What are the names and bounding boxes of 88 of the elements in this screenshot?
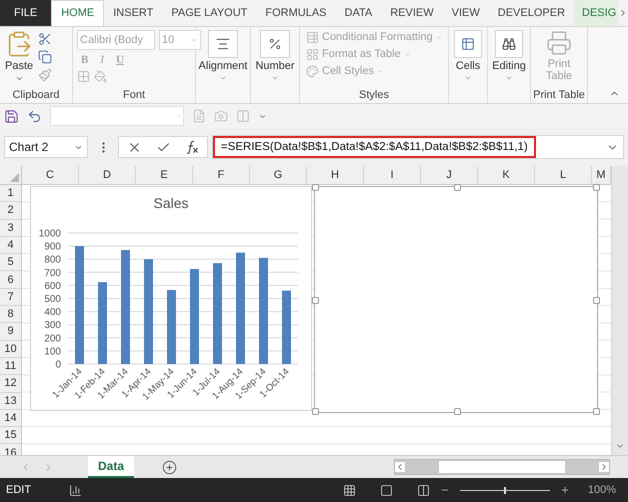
group-label: Clipboard	[11, 89, 61, 104]
axis-label: 800	[44, 254, 61, 266]
table-icon	[461, 36, 475, 51]
ribbon-tab[interactable]: REVIEW	[381, 0, 443, 26]
row-header[interactable]: 13	[0, 392, 22, 410]
row-header[interactable]: 9	[0, 323, 22, 341]
axis-label: 100	[44, 346, 61, 358]
percent-icon	[268, 36, 282, 51]
printer-icon	[546, 30, 572, 56]
number-button[interactable]: Number	[254, 30, 296, 82]
row-header[interactable]: 7	[0, 288, 22, 306]
formula-bar[interactable]: =SERIES(Data!$B$1,Data!$A$2:$A$11,Data!$B$2:$B$11,1)	[212, 135, 624, 160]
vertical-scrollbar[interactable]	[611, 166, 628, 456]
scroll-left-icon[interactable]	[395, 462, 405, 472]
zoom-in-icon[interactable]	[560, 485, 570, 496]
table-icon	[306, 30, 319, 44]
paste-button[interactable]: Paste	[4, 30, 34, 83]
normal-view-icon[interactable]	[342, 484, 356, 497]
ribbon-tab[interactable]: PAGE LAYOUT	[162, 0, 256, 26]
group-label: Print Table	[532, 89, 586, 104]
save-icon[interactable]	[4, 108, 19, 124]
axis-label: 900	[44, 242, 61, 253]
horizontal-scrollbar[interactable]	[394, 459, 610, 476]
editing-button[interactable]: Editing	[491, 30, 527, 82]
function-icon[interactable]	[185, 140, 199, 154]
column-header[interactable]: E	[136, 166, 193, 184]
column-header[interactable]: D	[79, 166, 136, 184]
row-header[interactable]: 11	[0, 358, 22, 376]
page-layout-icon[interactable]	[380, 484, 393, 497]
column-header[interactable]: L	[535, 166, 592, 184]
row-header[interactable]: 15	[0, 427, 22, 444]
binoculars-icon	[502, 36, 516, 51]
row-header[interactable]: 5	[0, 254, 22, 272]
palette-icon	[306, 64, 319, 78]
axis-label: 400	[44, 307, 61, 318]
row-header[interactable]: 12	[0, 375, 22, 393]
axis-label: 1000	[38, 228, 61, 240]
add-sheet-icon[interactable]	[162, 460, 177, 475]
column-header[interactable]: J	[421, 166, 478, 184]
row-header[interactable]: 2	[0, 202, 22, 220]
ribbon-tab[interactable]: FORMULAS	[256, 0, 336, 26]
axis-label: 300	[44, 320, 61, 332]
ribbon-tab[interactable]: VIEW	[442, 0, 489, 26]
zoom-thumb[interactable]	[504, 486, 506, 494]
undo-icon[interactable]	[27, 108, 42, 124]
ribbon-tab[interactable]: DESIG	[574, 0, 618, 26]
row-header[interactable]: 3	[0, 220, 22, 237]
axis-label: 200	[44, 333, 61, 344]
row-header[interactable]: 14	[0, 410, 22, 428]
group-label: Font	[122, 89, 146, 104]
column-header[interactable]: G	[250, 166, 307, 184]
row-header[interactable]: 4	[0, 236, 22, 254]
caret-icon	[404, 50, 411, 58]
caret-icon	[376, 68, 384, 75]
copy-icon[interactable]	[38, 50, 52, 64]
row-header[interactable]: 1	[0, 184, 22, 202]
zoom-level[interactable]: 100%	[588, 484, 616, 496]
axis-label: 500	[44, 294, 61, 305]
macro-record-icon[interactable]	[69, 484, 82, 497]
ribbon-tab[interactable]: HOME	[51, 0, 104, 26]
axis-label: 0	[55, 359, 61, 370]
drag-handle-icon[interactable]	[102, 142, 104, 153]
page-break-icon[interactable]	[416, 484, 430, 497]
row-header[interactable]: 8	[0, 306, 22, 324]
column-header[interactable]: K	[478, 166, 535, 184]
group-label: Styles	[358, 89, 390, 104]
column-header[interactable]: I	[364, 166, 421, 184]
axis-label: 600	[44, 280, 61, 292]
row-header[interactable]: 6	[0, 271, 22, 289]
column-header[interactable]: H	[307, 166, 364, 184]
chart-title: Sales	[153, 194, 189, 211]
scroll-right-icon[interactable]	[599, 462, 609, 472]
status-mode: EDIT	[6, 484, 32, 496]
grid-icon	[306, 48, 319, 61]
row-header[interactable]: 10	[0, 340, 22, 358]
caret-icon	[436, 34, 443, 41]
formula-text: =SERIES(Data!$B$1,Data!$A$2:$A$11,Data!$B$2:$B$11,1)	[213, 136, 536, 158]
ribbon-tab[interactable]: FILE	[0, 0, 52, 26]
column-header[interactable]: F	[193, 166, 250, 184]
ribbon-tab[interactable]: DATA	[336, 0, 382, 26]
cut-icon[interactable]	[38, 32, 52, 46]
dropdown-field[interactable]	[50, 106, 184, 126]
name-box[interactable]: Chart 2	[4, 136, 88, 158]
axis-label: 700	[44, 268, 61, 279]
ribbon-tab[interactable]: INSERT	[104, 0, 162, 26]
ribbon-tab[interactable]: DEVELOPER	[488, 0, 574, 26]
column-header[interactable]: C	[22, 166, 79, 184]
sheet-tab[interactable]: Data	[88, 456, 134, 478]
